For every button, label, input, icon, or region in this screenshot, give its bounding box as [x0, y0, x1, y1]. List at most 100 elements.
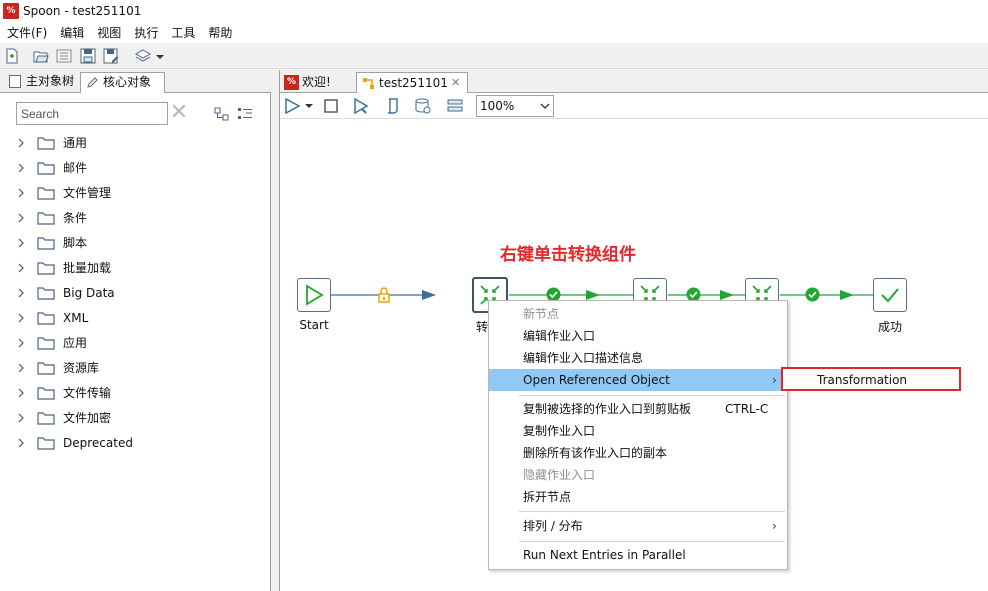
list-view-icon[interactable] — [236, 105, 254, 123]
tab-core-objects[interactable]: 核心对象 — [80, 72, 165, 93]
save-icon[interactable] — [80, 48, 96, 64]
folder-icon — [37, 187, 55, 200]
script-icon[interactable] — [384, 97, 402, 115]
menu-item-align-distribute[interactable]: 排列 / 分布 › — [489, 515, 787, 537]
menu-item-run-parallel[interactable]: Run Next Entries in Parallel — [489, 544, 787, 566]
menu-tools[interactable]: 工具 — [164, 23, 201, 43]
tree-category-label: 条件 — [63, 211, 88, 225]
database-explore-icon[interactable] — [414, 97, 432, 115]
open-icon[interactable] — [33, 48, 49, 64]
tree-category-label: 文件管理 — [63, 186, 112, 200]
success-node[interactable] — [873, 278, 907, 312]
folder-icon — [37, 387, 55, 400]
menu-item-delete-copies[interactable]: 删除所有该作业入口的副本 — [489, 442, 787, 464]
chevron-right-icon[interactable] — [17, 136, 27, 150]
menu-view[interactable]: 视图 — [90, 23, 127, 43]
lock-icon — [378, 287, 390, 303]
debug-icon[interactable] — [352, 97, 370, 115]
tree-category[interactable]: 应用 — [0, 331, 270, 356]
close-tab-icon[interactable]: ✕ — [451, 73, 460, 93]
success-node-label: 成功 — [877, 320, 902, 334]
hop-arrow-3 — [720, 290, 734, 300]
menu-item-label: 复制被选择的作业入口到剪贴板 — [523, 402, 692, 416]
run-icon[interactable] — [283, 97, 301, 115]
tab-welcome-label: 欢迎! — [302, 75, 331, 89]
chevron-right-icon[interactable] — [17, 336, 27, 350]
tree-category[interactable]: 脚本 — [0, 231, 270, 256]
spoon-icon: % — [284, 75, 299, 90]
tree-category[interactable]: 邮件 — [0, 156, 270, 181]
menu-item-copy-to-clipboard[interactable]: 复制被选择的作业入口到剪贴板 CTRL-C — [489, 398, 787, 420]
submenu-open-referenced: Transformation — [781, 367, 961, 391]
panel-splitter[interactable] — [271, 70, 280, 591]
tree-category[interactable]: XML — [0, 306, 270, 331]
chevron-right-icon[interactable] — [17, 186, 27, 200]
tree-category[interactable]: 批量加载 — [0, 256, 270, 281]
chevron-right-icon[interactable] — [17, 286, 27, 300]
tab-welcome[interactable]: % 欢迎! — [280, 72, 356, 94]
run-dropdown-icon[interactable] — [304, 97, 314, 115]
submenu-arrow-icon: › — [772, 373, 777, 387]
menu-help[interactable]: 帮助 — [201, 23, 238, 43]
tree-category-label: 应用 — [63, 336, 88, 350]
chevron-right-icon[interactable] — [17, 311, 27, 325]
spoon-app-icon: % — [3, 3, 19, 19]
layers-icon[interactable] — [135, 48, 151, 64]
tree-category[interactable]: 文件加密 — [0, 406, 270, 431]
chevron-right-icon[interactable] — [17, 386, 27, 400]
canvas-toolbar — [280, 93, 988, 119]
tree-category-label: 邮件 — [63, 161, 88, 175]
grid-layout-icon[interactable] — [446, 97, 464, 115]
menu-item-label: 排列 / 分布 — [523, 519, 583, 533]
chevron-right-icon[interactable] — [17, 236, 27, 250]
tab-main-tree-label: 主对象树 — [26, 74, 75, 88]
chevron-right-icon[interactable] — [17, 411, 27, 425]
save-as-icon[interactable] — [103, 48, 119, 64]
stop-icon[interactable] — [322, 97, 340, 115]
menu-item-duplicate-entry[interactable]: 复制作业入口 — [489, 420, 787, 442]
success-hop-icon — [805, 287, 820, 302]
tab-main-tree[interactable]: 主对象树 — [4, 72, 80, 93]
tree-category-label: 通用 — [63, 136, 88, 150]
start-node[interactable] — [297, 278, 331, 312]
folder-icon — [37, 312, 55, 325]
menu-item-new-node: 新节点 — [489, 303, 787, 325]
tree-category[interactable]: 文件管理 — [0, 181, 270, 206]
chevron-right-icon[interactable] — [17, 361, 27, 375]
tab-test251101[interactable]: test251101 ✕ — [356, 72, 468, 94]
submenu-item-transformation[interactable]: Transformation — [783, 369, 959, 389]
left-tab-bar: 主对象树 核心对象 — [0, 70, 271, 93]
chevron-right-icon[interactable] — [17, 211, 27, 225]
folder-icon — [37, 212, 55, 225]
dropdown-icon[interactable] — [155, 48, 165, 64]
window-title: Spoon - test251101 — [23, 4, 142, 18]
menu-file[interactable]: 文件(F) — [0, 23, 53, 43]
new-file-icon[interactable] — [4, 48, 20, 64]
tree-category[interactable]: Big Data — [0, 281, 270, 306]
chevron-right-icon[interactable] — [17, 436, 27, 450]
menu-edit[interactable]: 编辑 — [53, 23, 90, 43]
chevron-down-icon[interactable] — [538, 95, 552, 117]
clear-search-icon[interactable]: ✕ — [169, 102, 189, 124]
tab-test251101-label: test251101 — [379, 76, 448, 90]
menu-item-open-referenced-object[interactable]: Open Referenced Object › — [489, 369, 787, 391]
pencil-icon — [87, 77, 98, 88]
folder-icon — [37, 337, 55, 350]
chevron-right-icon[interactable] — [17, 261, 27, 275]
tree-view-icon[interactable] — [213, 105, 231, 123]
tree-category[interactable]: 通用 — [0, 131, 270, 156]
tree-category[interactable]: 文件传输 — [0, 381, 270, 406]
menu-run[interactable]: 执行 — [127, 23, 164, 43]
menu-item-label: Open Referenced Object — [523, 373, 670, 387]
menu-item-detach-node[interactable]: 拆开节点 — [489, 486, 787, 508]
chevron-right-icon[interactable] — [17, 161, 27, 175]
explore-icon[interactable] — [56, 48, 72, 64]
menu-item-edit-entry[interactable]: 编辑作业入口 — [489, 325, 787, 347]
tree-category[interactable]: Deprecated — [0, 431, 270, 456]
folder-icon — [37, 362, 55, 375]
tree-category[interactable]: 条件 — [0, 206, 270, 231]
menu-item-edit-description[interactable]: 编辑作业入口描述信息 — [489, 347, 787, 369]
folder-icon — [37, 412, 55, 425]
tree-category[interactable]: 资源库 — [0, 356, 270, 381]
search-input[interactable] — [16, 102, 168, 125]
